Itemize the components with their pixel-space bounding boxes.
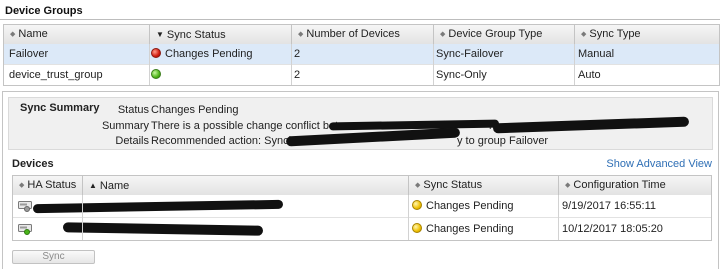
sort-icon: ◆ (298, 31, 304, 38)
column-header-ha-status[interactable]: ◆ HA Status (13, 176, 83, 195)
devices-title: Devices (12, 158, 54, 170)
summary-label: Summary (101, 120, 149, 132)
summary-value: There is a possible change conflict betw… (151, 120, 359, 132)
device-group-type: Sync-Failover (436, 48, 504, 60)
sort-ascending-icon: ▲ (89, 181, 97, 190)
sort-icon: ◆ (440, 31, 446, 38)
sync-summary-title: Sync Summary (20, 102, 100, 114)
devices-table: ◆ HA Status ▲ Name ◆ Sync Status ◆ Configura… (12, 175, 712, 241)
redaction-mark (32, 199, 284, 214)
sync-status-cell: Changes Pending (151, 48, 252, 60)
status-value: Changes Pending (151, 104, 239, 116)
column-header-sync-status[interactable]: ◆ Sync Status (409, 176, 559, 195)
column-header-name[interactable]: ◆ Name (4, 25, 150, 44)
sort-icon: ◆ (19, 182, 25, 189)
show-advanced-view-link[interactable]: Show Advanced View (606, 158, 712, 170)
sync-summary-panel: Sync Summary Status Changes Pending Summ… (2, 91, 719, 269)
configuration-time: 9/19/2017 16:55:11 (562, 200, 656, 212)
sync-button[interactable]: Sync (12, 250, 95, 264)
device-groups-title: Device Groups (5, 5, 83, 17)
sort-icon: ◆ (10, 31, 16, 38)
sync-type: Manual (578, 48, 615, 60)
sync-type: Auto (578, 69, 601, 81)
table-row[interactable]: device_trust_group 2 Sync-Only Auto (4, 65, 719, 85)
sort-icon: ◆ (565, 182, 571, 189)
status-yellow-icon (412, 223, 422, 233)
sync-status-cell: Changes Pending (412, 200, 513, 212)
column-header-sync-status[interactable]: ▼ Sync Status (150, 25, 292, 44)
table-row[interactable]: Changes Pending 9/19/2017 16:55:11 (13, 195, 711, 218)
details-label: Details (115, 135, 149, 147)
configuration-time: 10/12/2017 18:05:20 (562, 223, 663, 235)
column-header-number-of-devices[interactable]: ◆ Number of Devices (292, 25, 434, 44)
sync-status-cell: Changes Pending (412, 223, 513, 235)
status-yellow-icon (412, 200, 422, 210)
redaction-mark (492, 116, 690, 134)
sync-button-label: Sync (42, 251, 65, 262)
table-row[interactable]: Failover Changes Pending 2 Sync-Failover… (4, 44, 719, 65)
sort-descending-icon: ▼ (156, 30, 164, 39)
status-green-icon (151, 69, 161, 79)
sync-summary-box: Sync Summary Status Changes Pending Summ… (8, 97, 713, 150)
device-online-icon (18, 223, 33, 235)
column-header-device-group-type[interactable]: ◆ Device Group Type (434, 25, 575, 44)
column-header-name[interactable]: ▲ Name (83, 176, 409, 195)
device-offline-icon (18, 200, 33, 212)
sync-status-cell (151, 69, 165, 81)
device-group-type: Sync-Only (436, 69, 487, 81)
status-red-icon (151, 48, 161, 58)
column-header-configuration-time[interactable]: ◆ Configuration Time (559, 176, 711, 195)
sort-icon: ◆ (581, 31, 587, 38)
device-group-name[interactable]: device_trust_group (9, 69, 103, 81)
redaction-mark (62, 222, 264, 236)
device-groups-table: ◆ Name ▼ Sync Status ◆ Number of Devices ◆ D… (3, 24, 720, 86)
number-of-devices: 2 (294, 69, 301, 81)
status-label: Status (117, 104, 149, 116)
table-row[interactable]: Changes Pending 10/12/2017 18:05:20 (13, 218, 711, 240)
device-group-name[interactable]: Failover (9, 48, 48, 60)
sort-icon: ◆ (415, 182, 421, 189)
details-value-tail: y to group Failover (457, 135, 549, 147)
number-of-devices: 2 (294, 48, 301, 60)
column-header-sync-type[interactable]: ◆ Sync Type (575, 25, 719, 44)
